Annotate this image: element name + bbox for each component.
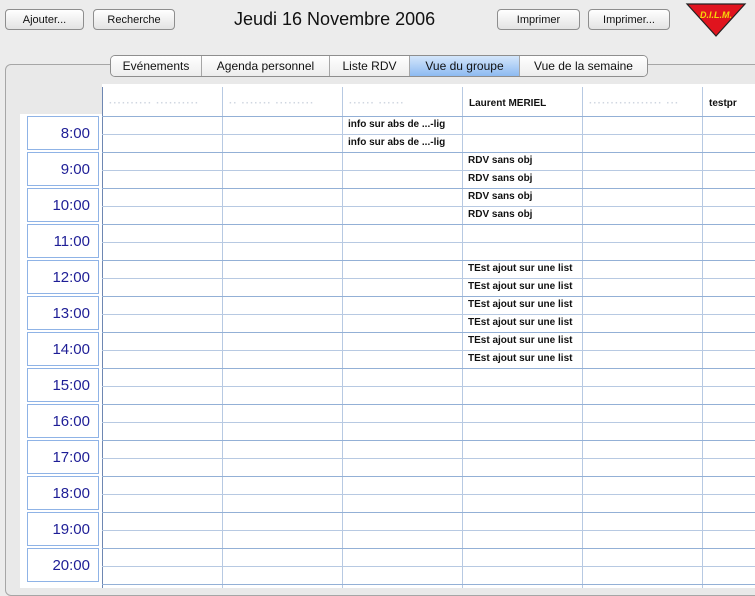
event-item[interactable]: TEst ajout sur une list bbox=[462, 260, 582, 278]
view-tabs: Evénements Agenda personnel Liste RDV Vue d… bbox=[110, 55, 648, 77]
row-divider bbox=[102, 530, 755, 531]
row-divider bbox=[102, 206, 755, 207]
row-divider bbox=[102, 242, 755, 243]
time-slot: 19:00 bbox=[27, 512, 99, 546]
row-divider bbox=[102, 278, 755, 279]
row-divider bbox=[102, 386, 755, 387]
page-title: Jeudi 16 Novembre 2006 bbox=[234, 9, 436, 29]
tab-agenda-personnel[interactable]: Agenda personnel bbox=[201, 56, 329, 76]
column-header[interactable]: ················· ··· bbox=[582, 92, 702, 114]
row-divider bbox=[102, 224, 755, 225]
row-divider bbox=[102, 404, 755, 405]
event-item[interactable]: info sur abs de ...-lig bbox=[342, 116, 462, 134]
row-divider bbox=[102, 368, 755, 369]
event-item[interactable]: info sur abs de ...-lig bbox=[342, 134, 462, 152]
search-button[interactable]: Recherche bbox=[93, 9, 175, 30]
time-slot: 14:00 bbox=[27, 332, 99, 366]
row-divider bbox=[102, 188, 755, 189]
row-divider bbox=[102, 152, 755, 153]
column-header[interactable]: ······ ······ bbox=[342, 92, 462, 114]
column-header[interactable]: testpr bbox=[702, 92, 755, 114]
print-options-button[interactable]: Imprimer... bbox=[588, 9, 670, 30]
time-slot: 9:00 bbox=[27, 152, 99, 186]
row-divider bbox=[102, 260, 755, 261]
row-divider bbox=[102, 296, 755, 297]
event-item[interactable]: RDV sans obj bbox=[462, 152, 582, 170]
time-slot: 10:00 bbox=[27, 188, 99, 222]
event-item[interactable]: TEst ajout sur une list bbox=[462, 314, 582, 332]
time-slot: 13:00 bbox=[27, 296, 99, 330]
tab-liste-rdv[interactable]: Liste RDV bbox=[329, 56, 409, 76]
tab-vue-du-groupe[interactable]: Vue du groupe bbox=[409, 56, 519, 76]
row-divider bbox=[102, 314, 755, 315]
row-divider bbox=[102, 170, 755, 171]
column-header[interactable]: Laurent MERIEL bbox=[462, 92, 582, 114]
add-button[interactable]: Ajouter... bbox=[5, 9, 84, 30]
time-column: 8:00 9:00 10:00 11:00 12:00 13:00 14:00 15:00 16… bbox=[26, 114, 102, 588]
time-slot: 11:00 bbox=[27, 224, 99, 258]
time-slot: 18:00 bbox=[27, 476, 99, 510]
row-divider bbox=[102, 566, 755, 567]
event-item[interactable]: RDV sans obj bbox=[462, 206, 582, 224]
row-divider bbox=[102, 584, 755, 585]
print-button[interactable]: Imprimer bbox=[497, 9, 580, 30]
event-item[interactable]: TEst ajout sur une list bbox=[462, 278, 582, 296]
tab-ev-nements[interactable]: Evénements bbox=[111, 56, 201, 76]
group-schedule-grid: 8:00 9:00 10:00 11:00 12:00 13:00 14:00 15:00 16… bbox=[20, 84, 755, 588]
time-slot: 17:00 bbox=[27, 440, 99, 474]
row-divider bbox=[102, 440, 755, 441]
grid-corner bbox=[20, 84, 102, 114]
time-slot: 15:00 bbox=[27, 368, 99, 402]
time-slot: 8:00 bbox=[27, 116, 99, 150]
column-header[interactable]: ·········· ·········· bbox=[102, 92, 222, 114]
row-divider bbox=[102, 422, 755, 423]
logo-text: D.I.L.M. bbox=[700, 10, 732, 20]
row-divider bbox=[102, 332, 755, 333]
row-divider bbox=[102, 548, 755, 549]
time-slot: 12:00 bbox=[27, 260, 99, 294]
event-item[interactable]: TEst ajout sur une list bbox=[462, 296, 582, 314]
row-divider bbox=[102, 350, 755, 351]
time-slot: 16:00 bbox=[27, 404, 99, 438]
dilm-logo: D.I.L.M. bbox=[685, 3, 747, 37]
row-divider bbox=[102, 494, 755, 495]
column-header[interactable]: ·· ······· ········· bbox=[222, 92, 342, 114]
time-slot: 20:00 bbox=[27, 548, 99, 582]
row-divider bbox=[102, 458, 755, 459]
row-divider bbox=[102, 512, 755, 513]
tab-vue-de-la-semaine[interactable]: Vue de la semaine bbox=[519, 56, 647, 76]
event-item[interactable]: TEst ajout sur une list bbox=[462, 350, 582, 368]
event-item[interactable]: RDV sans obj bbox=[462, 188, 582, 206]
row-divider bbox=[102, 476, 755, 477]
event-item[interactable]: TEst ajout sur une list bbox=[462, 332, 582, 350]
event-item[interactable]: RDV sans obj bbox=[462, 170, 582, 188]
